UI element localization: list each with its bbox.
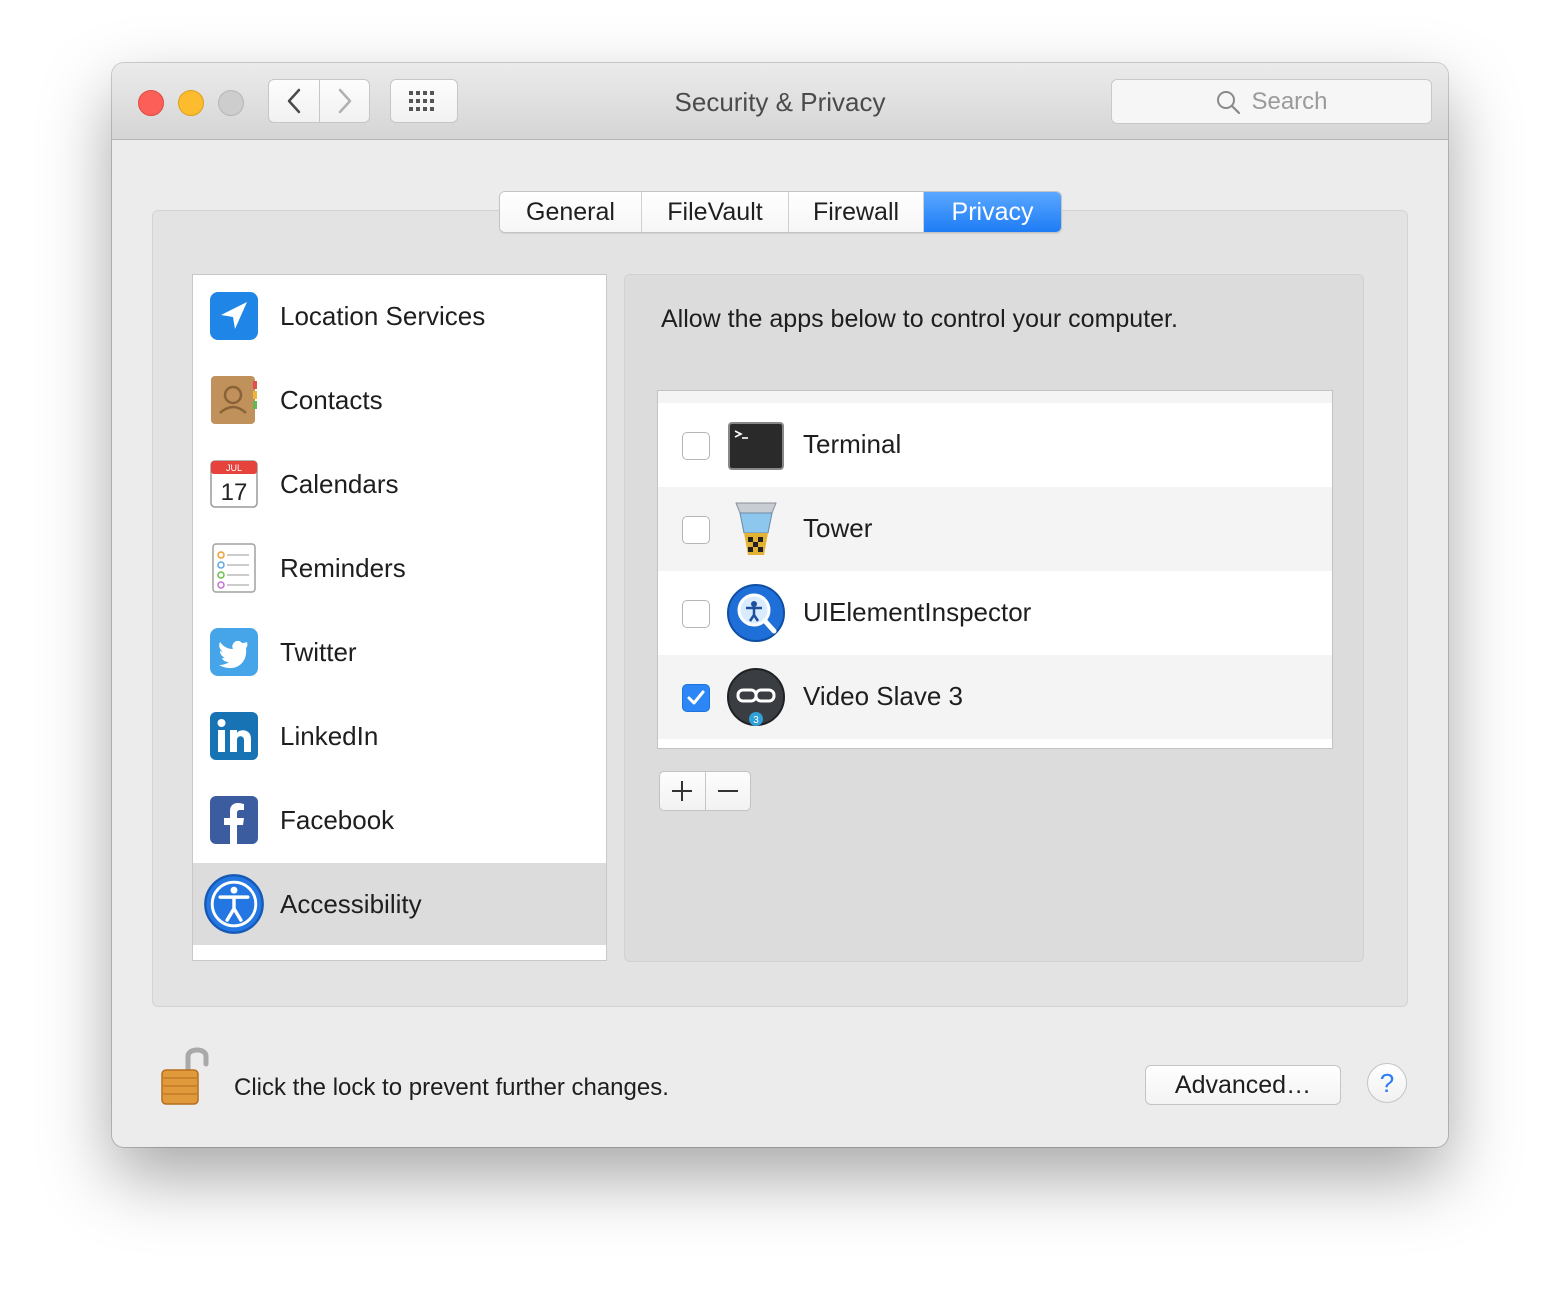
search-field[interactable]: Search [1111,79,1432,124]
category-label: LinkedIn [280,720,379,751]
app-name: Video Slave 3 [803,681,963,711]
app-name: UIElementInspector [803,597,1032,627]
category-label: Location Services [280,300,486,331]
facebook-icon [210,796,258,844]
video-slave-icon: 3 [727,668,785,726]
category-twitter[interactable]: Twitter [193,611,606,693]
help-button[interactable]: ? [1367,1063,1407,1103]
remove-app-button[interactable] [706,772,751,810]
calendar-month-text: JUL [226,463,242,473]
accessibility-pane: Allow the apps below to control your com… [624,274,1364,962]
category-label: Contacts [280,384,383,415]
category-linkedin[interactable]: LinkedIn [193,695,606,777]
category-label: Facebook [280,804,395,835]
location-arrow-icon [210,292,258,340]
ui-element-inspector-icon [727,584,785,642]
category-label: Twitter [280,636,357,667]
contacts-book-icon [211,376,257,424]
unlocked-padlock-icon[interactable] [158,1042,212,1108]
checkmark-icon [687,690,705,705]
app-name: Terminal [803,429,902,459]
category-location-services[interactable]: Location Services [193,275,606,357]
app-row-tower[interactable]: Tower [658,487,1332,571]
calendar-day-text: 17 [221,479,248,506]
minus-icon [717,790,738,792]
add-app-button[interactable] [660,772,706,810]
video-slave-3-checkbox[interactable] [682,684,710,712]
search-placeholder: Search [1251,87,1328,115]
tab-general[interactable]: General [500,192,642,232]
privacy-category-list[interactable]: Location Services Contacts JUL 17 Calend… [192,274,607,961]
preferences-window: Security & Privacy Search General FileVa… [112,63,1448,1147]
tab-filevault[interactable]: FileVault [642,192,789,232]
category-label: Accessibility [280,888,422,919]
video-slave-badge-text: 3 [753,715,759,726]
twitter-bird-icon [210,628,258,676]
app-row-video-slave-3[interactable]: 3 Video Slave 3 [658,655,1332,739]
linkedin-icon [210,712,258,760]
add-remove-control [659,771,751,811]
category-facebook[interactable]: Facebook [193,779,606,861]
accessibility-icon [204,874,264,934]
category-label: Reminders [280,552,406,583]
reminders-icon [212,543,256,593]
uielementinspector-checkbox[interactable] [682,600,710,628]
lock-status-text: Click the lock to prevent further change… [234,1074,669,1101]
app-row-uielementinspector[interactable]: UIElementInspector [658,571,1332,655]
advanced-button[interactable]: Advanced… [1145,1065,1341,1105]
pane-description: Allow the apps below to control your com… [661,305,1178,333]
category-label: Calendars [280,468,399,499]
category-contacts[interactable]: Contacts [193,359,606,441]
search-icon [1217,90,1241,114]
tab-firewall[interactable]: Firewall [789,192,924,232]
plus-icon [672,781,693,801]
category-reminders[interactable]: Reminders [193,527,606,609]
app-name: Tower [803,513,873,543]
tower-icon [735,502,777,555]
category-accessibility[interactable]: Accessibility [193,863,606,945]
terminal-checkbox[interactable] [682,432,710,460]
tower-checkbox[interactable] [682,516,710,544]
title-bar: Security & Privacy Search [112,63,1448,140]
category-calendars[interactable]: JUL 17 Calendars [193,443,606,525]
terminal-icon [728,422,784,470]
tab-privacy[interactable]: Privacy [924,192,1061,232]
app-list[interactable]: Terminal Tower UIElementInspector 3 Vide… [657,390,1333,749]
tab-bar: General FileVault Firewall Privacy [499,191,1062,233]
calendar-icon: JUL 17 [210,460,258,508]
list-top-row-edge [658,391,1332,403]
app-row-terminal[interactable]: Terminal [658,403,1332,487]
